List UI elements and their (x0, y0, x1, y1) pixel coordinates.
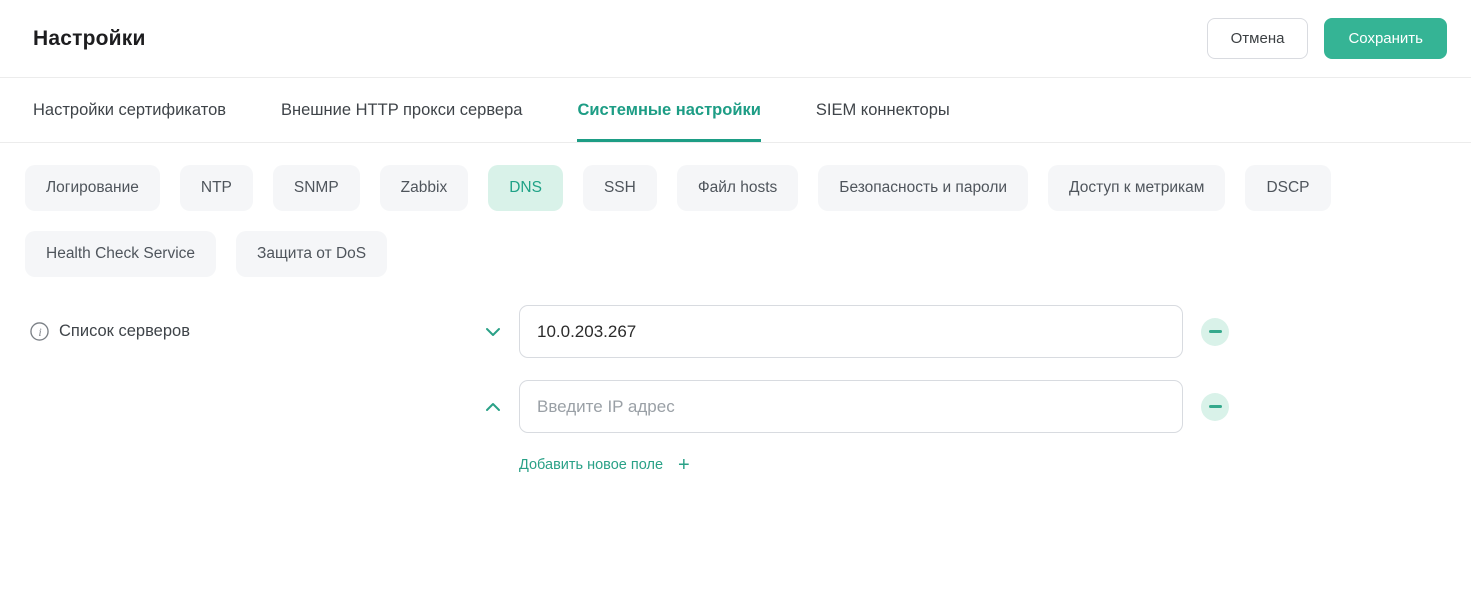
page-header: Настройки Отмена Сохранить (0, 0, 1471, 78)
server-ip-input-2[interactable] (519, 380, 1183, 433)
chip-dns[interactable]: DNS (488, 165, 563, 211)
add-new-field-label: Добавить новое поле (519, 457, 663, 473)
chip-zabbix[interactable]: Zabbix (380, 165, 469, 211)
chip-ntp[interactable]: NTP (180, 165, 253, 211)
server-list-row-1: i Список серверов (0, 305, 1471, 358)
minus-icon (1209, 405, 1222, 408)
chevron-down-icon (484, 323, 502, 341)
save-button[interactable]: Сохранить (1324, 18, 1447, 59)
chip-dscp[interactable]: DSCP (1245, 165, 1330, 211)
chip-ssh[interactable]: SSH (583, 165, 657, 211)
chip-health-check-service[interactable]: Health Check Service (25, 231, 216, 277)
chip-dos-protection[interactable]: Защита от DoS (236, 231, 387, 277)
chevron-up-icon (484, 398, 502, 416)
add-new-field-link[interactable]: Добавить новое поле + (519, 455, 690, 475)
chip-security-passwords[interactable]: Безопасность и пароли (818, 165, 1028, 211)
chip-metrics-access[interactable]: Доступ к метрикам (1048, 165, 1225, 211)
collapse-toggle-2[interactable] (484, 398, 519, 416)
dns-settings-form: i Список серверов Добавить новое поле + (0, 305, 1471, 475)
remove-server-button-1[interactable] (1201, 318, 1229, 346)
server-list-label: Список серверов (59, 322, 190, 341)
chip-snmp[interactable]: SNMP (273, 165, 360, 211)
settings-category-chips: Логирование NTP SNMP Zabbix DNS SSH Файл… (0, 143, 1440, 277)
plus-icon: + (678, 455, 690, 475)
chip-hosts-file[interactable]: Файл hosts (677, 165, 798, 211)
page-title: Настройки (33, 27, 146, 51)
tab-external-http-proxy[interactable]: Внешние HTTP прокси сервера (281, 78, 522, 142)
tab-bar: Настройки сертификатов Внешние HTTP прок… (0, 78, 1471, 143)
header-actions: Отмена Сохранить (1207, 18, 1447, 59)
chip-logging[interactable]: Логирование (25, 165, 160, 211)
collapse-toggle-1[interactable] (484, 323, 519, 341)
server-list-row-2 (0, 380, 1471, 433)
tab-system-settings[interactable]: Системные настройки (577, 78, 760, 142)
tab-certificate-settings[interactable]: Настройки сертификатов (33, 78, 226, 142)
info-icon: i (30, 322, 49, 341)
remove-server-button-2[interactable] (1201, 393, 1229, 421)
server-list-label-group: i Список серверов (0, 322, 484, 341)
cancel-button[interactable]: Отмена (1207, 18, 1309, 59)
minus-icon (1209, 330, 1222, 333)
svg-text:i: i (38, 327, 41, 339)
server-ip-input-1[interactable] (519, 305, 1183, 358)
tab-siem-connectors[interactable]: SIEM коннекторы (816, 78, 950, 142)
